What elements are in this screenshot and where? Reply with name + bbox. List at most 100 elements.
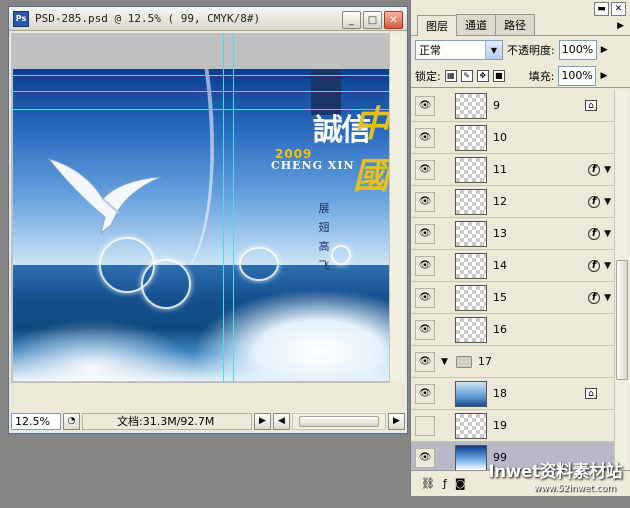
expand-effects-icon[interactable]: ▼ [604,165,611,175]
fx-icon[interactable]: f [588,291,601,304]
lock-transparent-icon[interactable]: ▦ [444,69,457,82]
vertical-char: 飞 [318,259,330,272]
link-layers-icon[interactable]: ⛓ [421,477,435,490]
layer-thumbnail [455,188,487,215]
opacity-label: 不透明度: [507,44,555,57]
layer-row[interactable]: 👁 13 f ▼ [411,218,615,250]
layer-name: 9 [493,99,500,112]
eye-icon[interactable]: 👁 [415,159,435,180]
chevron-down-icon[interactable]: ▼ [485,41,502,59]
close-button[interactable]: ✕ [384,11,403,29]
eye-icon[interactable]: 👁 [415,351,435,372]
eye-icon[interactable]: 👁 [415,447,435,468]
maximize-button[interactable]: □ [363,11,382,29]
guide-horizontal[interactable] [11,75,389,76]
watermark-text: Inwet资料素材站 [488,462,622,482]
eye-icon[interactable]: 👁 [415,95,435,116]
layers-list: 👁 9 ⌂ 👁 10 👁 11 f ▼ 👁 12 f ▼ 👁 13 f ▼ 👁 … [411,90,615,470]
tab-layers[interactable]: 图层 [417,15,457,36]
eye-icon[interactable]: 👁 [415,191,435,212]
layer-thumbnail [455,252,487,279]
photoshop-logo-icon: Ps [13,10,29,27]
guide-horizontal[interactable] [11,109,389,110]
horizontal-scroll-thumb[interactable] [299,415,379,427]
scroll-right-icon[interactable]: ▶ [388,412,405,430]
layer-name: 19 [493,419,507,432]
layer-group-row[interactable]: 👁 ▼ 17 [411,346,615,378]
add-mask-icon[interactable]: ◙ [455,477,466,490]
palette-minimize-button[interactable]: ▬ [594,2,609,16]
status-menu-icon[interactable]: ◔ [63,412,80,430]
document-info: 文档:31.3M/92.7M [82,412,252,430]
zoom-input[interactable]: 12.5% [11,412,61,430]
group-expand-icon[interactable]: ▼ [441,357,448,367]
minimize-button[interactable]: _ [342,11,361,29]
lock-position-icon[interactable]: ✥ [476,69,489,82]
layer-row[interactable]: 👁 12 f ▼ [411,186,615,218]
layer-row[interactable]: 👁 11 f ▼ [411,154,615,186]
seagull-icon [47,158,162,235]
expand-effects-icon[interactable]: ▼ [604,261,611,271]
layer-row[interactable]: 👁 10 [411,122,615,154]
lock-all-icon[interactable]: ■ [492,69,505,82]
guide-horizontal[interactable] [11,91,389,92]
scroll-left-icon[interactable]: ◀ [273,412,290,430]
status-arrow-icon[interactable]: ▶ [254,412,271,430]
vertical-scrollbar[interactable] [389,33,405,383]
layer-name: 12 [493,195,507,208]
fill-slider-icon[interactable]: ▶ [600,71,607,81]
fx-icon[interactable]: f [588,227,601,240]
palette-close-button[interactable]: ✕ [611,2,626,16]
palette-menu-icon[interactable]: ▶ [617,21,624,31]
document-title: PSD-285.psd @ 12.5% ( 99, CMYK/8#) [35,12,261,25]
eye-icon[interactable]: 👁 [415,383,435,404]
layer-row[interactable]: 👁 16 [411,314,615,346]
fx-icon[interactable]: f [588,195,601,208]
blend-mode-select[interactable]: 正常 ▼ [415,40,503,60]
expand-effects-icon[interactable]: ▼ [604,293,611,303]
canvas-area[interactable]: 誠信 中國 2009 CHENG XIN 展 翅 高 飞 [11,33,389,383]
opacity-input[interactable]: 100% [558,40,597,60]
fx-icon[interactable]: f [588,259,601,272]
eye-icon[interactable]: 👁 [415,319,435,340]
layer-name: 16 [493,323,507,336]
lock-image-icon[interactable]: ✎ [460,69,473,82]
eye-icon[interactable]: 👁 [415,255,435,276]
fill-input[interactable]: 100% [558,65,597,86]
padlock-icon: ⌂ [585,100,597,111]
fx-icon[interactable]: f [588,163,601,176]
folder-icon [455,355,472,368]
artboard[interactable]: 誠信 中國 2009 CHENG XIN 展 翅 高 飞 [13,69,389,381]
eye-icon[interactable]: 👁 [415,415,435,436]
layer-name: 13 [493,227,507,240]
document-titlebar[interactable]: Ps PSD-285.psd @ 12.5% ( 99, CMYK/8#) _ … [9,7,407,31]
eye-icon[interactable]: 👁 [415,223,435,244]
tab-paths[interactable]: 路径 [495,14,535,35]
eye-icon[interactable]: 👁 [415,287,435,308]
layer-row[interactable]: 👁 15 f ▼ [411,282,615,314]
guide-vertical[interactable] [223,33,224,383]
expand-effects-icon[interactable]: ▼ [604,197,611,207]
layer-row[interactable]: 👁 18 ⌂ [411,378,615,410]
layer-row[interactable]: 👁 9 ⌂ [411,90,615,122]
guide-vertical[interactable] [233,33,234,383]
blend-mode-value: 正常 [419,44,441,57]
layer-row[interactable]: 👁 14 f ▼ [411,250,615,282]
light-ring [141,259,191,309]
horizontal-scrollbar[interactable] [292,412,386,430]
eye-icon[interactable]: 👁 [415,127,435,148]
palette-tabs: 图层 通道 路径 ▶ [411,14,630,36]
layer-name: 14 [493,259,507,272]
expand-effects-icon[interactable]: ▼ [604,229,611,239]
layer-thumbnail [455,220,487,247]
opacity-slider-icon[interactable]: ▶ [601,45,608,55]
watermark-url: www.52inwet.com [533,484,616,494]
layer-row[interactable]: 👁 19 [411,410,615,442]
layer-thumbnail [455,444,487,470]
layer-style-icon[interactable]: ƒ [443,477,447,490]
tab-channels[interactable]: 通道 [456,14,496,35]
layers-scrollbar[interactable] [614,90,628,470]
fill-label: 填充: [528,69,555,83]
layer-name: 17 [477,355,492,368]
layers-scroll-thumb[interactable] [616,260,628,380]
